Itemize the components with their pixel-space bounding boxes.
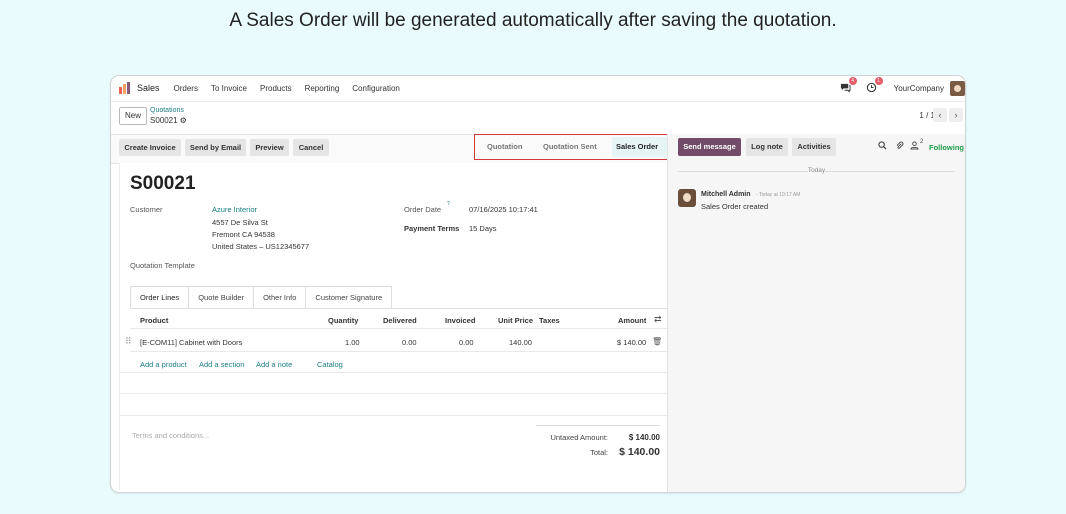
total-label: Total: — [590, 448, 608, 457]
line-quantity[interactable]: 1.00 — [345, 338, 360, 347]
status-sales-order[interactable]: Sales Order — [616, 142, 658, 151]
order-date-value[interactable]: 07/16/2025 10:17:41 — [469, 205, 538, 214]
column-settings-icon[interactable]: ⇄ — [654, 314, 662, 325]
breadcrumb-current: S00021 ⚙ — [150, 116, 187, 125]
tab-other-info[interactable]: Other Info — [253, 286, 307, 308]
untaxed-amount-value: $ 140.00 — [628, 433, 660, 442]
status-quotation[interactable]: Quotation — [487, 142, 522, 151]
followers-count: 2 — [920, 139, 924, 145]
following-toggle[interactable]: Following — [929, 143, 964, 152]
terms-and-conditions-field[interactable]: Terms and conditions... — [132, 431, 209, 440]
add-product-link[interactable]: Add a product — [140, 360, 187, 369]
empty-row-3 — [120, 415, 668, 416]
line-amount: $ 140.00 — [617, 338, 647, 347]
untaxed-amount-label: Untaxed Amount: — [550, 433, 608, 442]
messages-badge: 4 — [848, 77, 857, 85]
empty-row-1 — [120, 372, 668, 373]
totals-divider — [536, 425, 660, 426]
sales-app-icon[interactable] — [119, 82, 132, 94]
nav-products[interactable]: Products — [260, 84, 292, 93]
gear-icon[interactable]: ⚙ — [180, 116, 187, 125]
customer-label: Customer — [130, 205, 163, 214]
send-by-email-button[interactable]: Send by Email — [185, 139, 246, 156]
messages-icon[interactable]: 4 — [840, 77, 857, 94]
order-date-help-icon[interactable]: ? — [447, 201, 450, 207]
header-invoiced[interactable]: Invoiced — [445, 316, 475, 325]
message-author[interactable]: Mitchell Admin — [701, 191, 751, 198]
add-note-link[interactable]: Add a note — [256, 360, 292, 369]
pager-next-icon[interactable]: › — [949, 108, 963, 122]
header-divider — [130, 328, 668, 329]
tabs-divider — [130, 308, 668, 309]
activities-button[interactable]: Activities — [792, 138, 836, 156]
nav-configuration[interactable]: Configuration — [352, 84, 400, 93]
preview-button[interactable]: Preview — [250, 139, 289, 156]
customer-link[interactable]: Azure Interior — [212, 205, 257, 214]
tab-order-lines[interactable]: Order Lines — [130, 286, 190, 309]
message-body: Sales Order created — [701, 202, 769, 211]
line-divider — [130, 351, 668, 352]
message-author-avatar — [678, 189, 696, 207]
company-switcher[interactable]: YourCompany — [894, 84, 944, 93]
send-message-button[interactable]: Send message — [678, 138, 741, 156]
empty-row-2 — [120, 393, 668, 394]
notebook-tabs: Order Lines Quote Builder Other Info Cus… — [130, 286, 393, 309]
date-separator: Today — [678, 167, 955, 174]
activities-badge: 1 — [874, 77, 883, 85]
address-line-3: United States – US12345677 — [212, 242, 310, 251]
header-quantity[interactable]: Quantity — [328, 316, 358, 325]
line-product[interactable]: [E-COM11] Cabinet with Doors — [140, 338, 242, 347]
status-bar: Quotation Quotation Sent Sales Order — [474, 134, 671, 160]
followers-icon[interactable] — [910, 141, 919, 152]
delete-line-icon[interactable]: 🗑 — [652, 337, 662, 346]
page-caption: A Sales Order will be generated automati… — [229, 10, 837, 31]
total-value: $ 140.00 — [619, 446, 660, 458]
cancel-button[interactable]: Cancel — [293, 139, 329, 156]
control-panel: New Quotations S00021 ⚙ 1 / 1 ‹ › — [111, 101, 965, 132]
new-button[interactable]: New — [119, 107, 147, 125]
chatter-panel: Send message Log note Activities 2 Follo… — [667, 134, 965, 492]
top-navbar: Sales Orders To Invoice Products Reporti… — [111, 76, 965, 100]
add-section-link[interactable]: Add a section — [199, 360, 244, 369]
nav-reporting[interactable]: Reporting — [305, 84, 340, 93]
tab-customer-signature[interactable]: Customer Signature — [305, 286, 393, 308]
header-delivered[interactable]: Delivered — [383, 316, 417, 325]
line-invoiced[interactable]: 0.00 — [459, 338, 474, 347]
nav-orders[interactable]: Orders — [174, 84, 198, 93]
header-unit-price[interactable]: Unit Price — [498, 316, 533, 325]
catalog-link[interactable]: Catalog — [317, 360, 343, 369]
payment-terms-label: Payment Terms — [404, 224, 460, 233]
header-product[interactable]: Product — [140, 316, 168, 325]
line-delivered[interactable]: 0.00 — [402, 338, 417, 347]
header-taxes[interactable]: Taxes — [539, 316, 560, 325]
address-line-2: Fremont CA 94538 — [212, 230, 275, 239]
tab-quote-builder[interactable]: Quote Builder — [188, 286, 255, 308]
odoo-window: Sales Orders To Invoice Products Reporti… — [110, 75, 966, 493]
payment-terms-value[interactable]: 15 Days — [469, 224, 497, 233]
message-timestamp: - Today at 10:17 AM — [756, 192, 801, 198]
activities-clock-icon[interactable]: 1 — [866, 77, 883, 94]
create-invoice-button[interactable]: Create Invoice — [119, 139, 181, 156]
log-note-button[interactable]: Log note — [746, 138, 788, 156]
address-line-1: 4557 De Silva St — [212, 218, 268, 227]
quotation-template-label: Quotation Template — [130, 261, 195, 270]
user-avatar[interactable] — [950, 80, 965, 96]
order-date-label: Order Date — [404, 205, 442, 214]
breadcrumb-quotations[interactable]: Quotations — [150, 107, 184, 114]
header-amount[interactable]: Amount — [618, 316, 646, 325]
nav-to-invoice[interactable]: To Invoice — [211, 84, 247, 93]
order-name: S00021 — [130, 173, 196, 194]
search-icon[interactable] — [878, 141, 887, 152]
paperclip-icon[interactable] — [895, 141, 904, 152]
breadcrumb-current-label: S00021 — [150, 116, 178, 125]
pager-previous-icon[interactable]: ‹ — [933, 108, 947, 122]
form-sheet: S00021 Customer Azure Interior 4557 De S… — [119, 163, 669, 490]
app-name[interactable]: Sales — [137, 83, 160, 93]
line-unit-price[interactable]: 140.00 — [509, 338, 532, 347]
drag-handle-icon[interactable]: ⠿ — [125, 336, 132, 347]
status-quotation-sent[interactable]: Quotation Sent — [543, 142, 597, 151]
